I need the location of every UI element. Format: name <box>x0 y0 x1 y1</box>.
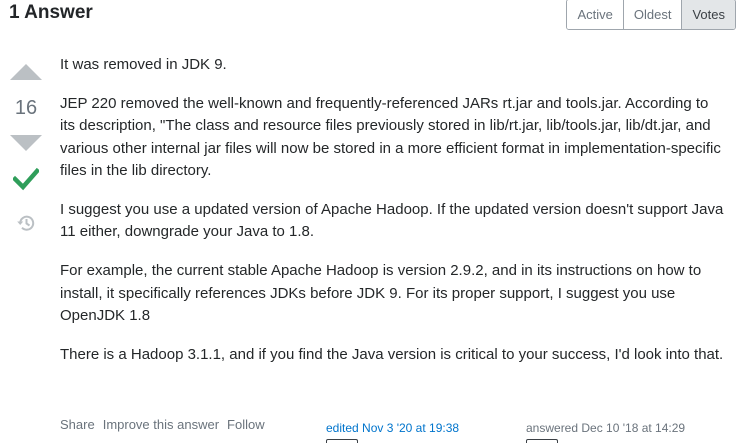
answers-header: 1 Answer Active Oldest Votes <box>9 0 745 30</box>
answer-paragraph: It was removed in JDK 9. <box>60 56 227 73</box>
sort-tab-active[interactable]: Active <box>567 0 624 29</box>
answered-info: answered Dec 10 '18 at 14:29 <box>526 421 685 435</box>
follow-link[interactable]: Follow <box>227 417 265 432</box>
author-avatar[interactable] <box>526 439 558 443</box>
sort-tab-oldest[interactable]: Oldest <box>623 0 683 29</box>
answered-date: Dec 10 '18 at 14:29 <box>581 421 686 435</box>
answer-paragraph: I suggest you use a updated version of A… <box>60 201 724 241</box>
history-icon[interactable] <box>16 213 36 233</box>
accepted-check-icon <box>13 167 39 191</box>
answer-paragraph: JEP 220 removed the well-known and frequ… <box>60 94 721 180</box>
answer-paragraph: For example, the current stable Apache H… <box>60 262 702 325</box>
share-link[interactable]: Share <box>60 417 95 432</box>
answer-paragraph: There is a Hadoop 3.1.1, and if you find… <box>60 346 724 364</box>
answered-label: answered <box>526 421 579 435</box>
sort-tabs: Active Oldest Votes <box>566 0 736 30</box>
post-menu: Share Improve this answer Follow <box>60 417 265 432</box>
answer-body: It was removed in JDK 9. JEP 220 removed… <box>60 54 725 383</box>
improve-answer-link[interactable]: Improve this answer <box>103 417 219 432</box>
vote-count: 16 <box>14 97 38 119</box>
editor-avatar[interactable] <box>326 439 358 443</box>
vote-down-arrow-icon[interactable] <box>9 135 43 152</box>
sort-tab-votes[interactable]: Votes <box>682 0 735 29</box>
edited-timestamp-link[interactable]: edited Nov 3 '20 at 19:38 <box>326 421 459 435</box>
vote-up-arrow-icon[interactable] <box>9 63 43 80</box>
answer-count: 1 Answer <box>9 2 93 23</box>
